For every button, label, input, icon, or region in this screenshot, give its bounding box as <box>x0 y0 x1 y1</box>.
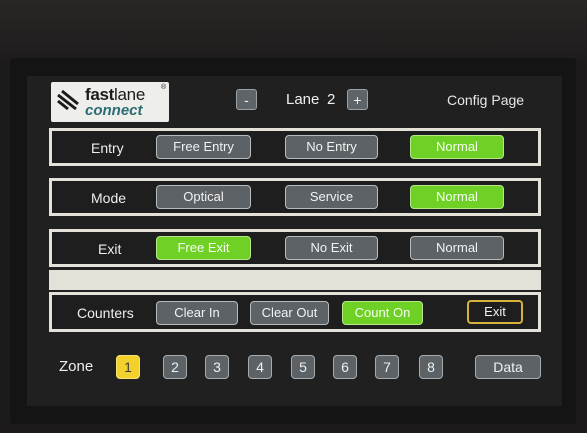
free-entry-button[interactable]: Free Entry <box>156 135 251 159</box>
clear-out-button[interactable]: Clear Out <box>250 301 329 325</box>
fastlane-logo: fastlane ® connect <box>51 82 169 122</box>
zone-button-8[interactable]: 8 <box>419 355 443 379</box>
optical-button[interactable]: Optical <box>156 185 251 209</box>
background-top <box>0 0 587 60</box>
exit-row: Exit Free Exit No Exit Normal <box>49 229 541 267</box>
zone-button-6[interactable]: 6 <box>333 355 357 379</box>
counters-row: Counters Clear In Clear Out Count On Exi… <box>49 292 541 332</box>
data-button[interactable]: Data <box>475 355 541 379</box>
mode-row: Mode Optical Service Normal <box>49 178 541 216</box>
zone-button-5[interactable]: 5 <box>291 355 315 379</box>
lane-label: Lane <box>286 91 320 108</box>
lane-increment-button[interactable]: + <box>347 89 368 110</box>
touch-screen: fastlane ® connect - Lane 2 + Config Pag… <box>27 76 562 406</box>
service-button[interactable]: Service <box>285 185 378 209</box>
logo-mark-icon <box>57 89 79 111</box>
page-title: Config Page <box>447 92 525 108</box>
exit-label: Exit <box>98 241 122 257</box>
zone-label: Zone <box>59 358 94 375</box>
zone-button-4[interactable]: 4 <box>248 355 272 379</box>
zone-button-7[interactable]: 7 <box>375 355 399 379</box>
mode-label: Mode <box>91 190 127 206</box>
logo-text-connect: connect <box>85 102 143 119</box>
clear-in-button[interactable]: Clear In <box>156 301 238 325</box>
count-on-button[interactable]: Count On <box>342 301 423 325</box>
entry-label: Entry <box>91 140 124 156</box>
entry-normal-button[interactable]: Normal <box>410 135 504 159</box>
zone-button-3[interactable]: 3 <box>205 355 229 379</box>
lane-number: 2 <box>327 91 336 108</box>
counters-label: Counters <box>77 305 134 321</box>
no-entry-button[interactable]: No Entry <box>285 135 378 159</box>
no-exit-button[interactable]: No Exit <box>285 236 378 260</box>
logo-registered-mark: ® <box>161 84 167 91</box>
lane-decrement-button[interactable]: - <box>236 89 257 110</box>
zone-button-1[interactable]: 1 <box>116 355 140 379</box>
entry-row: Entry Free Entry No Entry Normal <box>49 128 541 166</box>
exit-button[interactable]: Exit <box>467 300 523 324</box>
exit-normal-button[interactable]: Normal <box>410 236 504 260</box>
free-exit-button[interactable]: Free Exit <box>156 236 251 260</box>
row-divider <box>49 270 541 290</box>
zone-button-2[interactable]: 2 <box>163 355 187 379</box>
mode-normal-button[interactable]: Normal <box>410 185 504 209</box>
